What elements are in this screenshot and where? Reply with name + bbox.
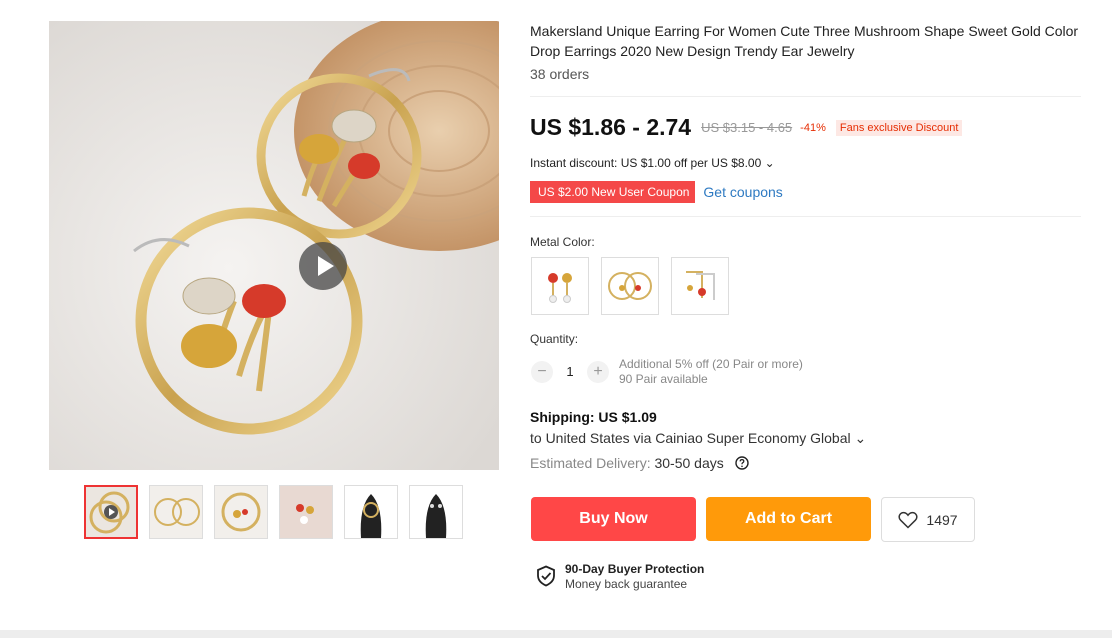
new-user-coupon-tag: US $2.00 New User Coupon: [530, 181, 696, 203]
quantity-increase-button[interactable]: +: [587, 361, 609, 383]
estimated-delivery-value: 30-50 days: [654, 455, 724, 471]
play-icon: [318, 256, 334, 276]
quantity-decrease-button[interactable]: −: [531, 361, 553, 383]
estimated-delivery-label: Estimated Delivery:: [530, 455, 651, 471]
wishlist-button[interactable]: 1497: [881, 497, 975, 542]
thumbnail-3[interactable]: [214, 485, 268, 539]
product-title: Makersland Unique Earring For Women Cute…: [530, 23, 1079, 59]
metal-color-label: Metal Color:: [530, 235, 595, 249]
shipping-method-selector[interactable]: to United States via Cainiao Super Econo…: [530, 430, 866, 447]
heart-icon: [898, 511, 918, 529]
sku-option-2[interactable]: [601, 257, 659, 315]
fans-discount-badge: Fans exclusive Discount: [835, 119, 963, 136]
shipping-cost: Shipping: US $1.09: [530, 409, 657, 425]
coupon-row: US $2.00 New User Coupon Get coupons: [530, 181, 783, 203]
thumbnail-1[interactable]: [84, 485, 138, 539]
page-footer-strip: [0, 630, 1112, 638]
divider: [530, 96, 1081, 97]
thumbnail-5[interactable]: [344, 485, 398, 539]
price-row: US $1.86 - 2.74 US $3.15 - 4.65 -41% Fan…: [530, 114, 963, 141]
quantity-note: Additional 5% off (20 Pair or more) 90 P…: [619, 357, 803, 387]
bulk-discount-text: Additional 5% off (20 Pair or more): [619, 357, 803, 371]
discount-percent: -41%: [800, 121, 826, 134]
divider: [530, 216, 1081, 217]
stock-available-text: 90 Pair available: [619, 372, 708, 386]
buy-now-button[interactable]: Buy Now: [531, 497, 696, 541]
sku-option-1[interactable]: [531, 257, 589, 315]
original-price: US $3.15 - 4.65: [701, 120, 793, 135]
play-video-button[interactable]: [299, 242, 347, 290]
quantity-label: Quantity:: [530, 332, 579, 346]
buyer-protection-title: 90-Day Buyer Protection: [565, 562, 705, 576]
current-price: US $1.86 - 2.74: [530, 114, 692, 140]
help-icon[interactable]: [735, 456, 749, 470]
thumbnail-4[interactable]: [279, 485, 333, 539]
sku-option-3[interactable]: [671, 257, 729, 315]
thumbnail-6[interactable]: [409, 485, 463, 539]
add-to-cart-button[interactable]: Add to Cart: [706, 497, 871, 541]
order-count: 38 orders: [530, 66, 590, 82]
main-product-image[interactable]: [49, 21, 499, 470]
buyer-protection-subtitle: Money back guarantee: [565, 577, 688, 591]
estimated-delivery: Estimated Delivery: 30-50 days: [530, 455, 724, 471]
get-coupons-link[interactable]: Get coupons: [703, 184, 782, 200]
wishlist-count: 1497: [926, 511, 958, 528]
instant-discount[interactable]: Instant discount: US $1.00 off per US $8…: [530, 156, 775, 170]
thumbnail-2[interactable]: [149, 485, 203, 539]
quantity-value[interactable]: 1: [560, 364, 580, 379]
shield-check-icon: [537, 565, 555, 587]
